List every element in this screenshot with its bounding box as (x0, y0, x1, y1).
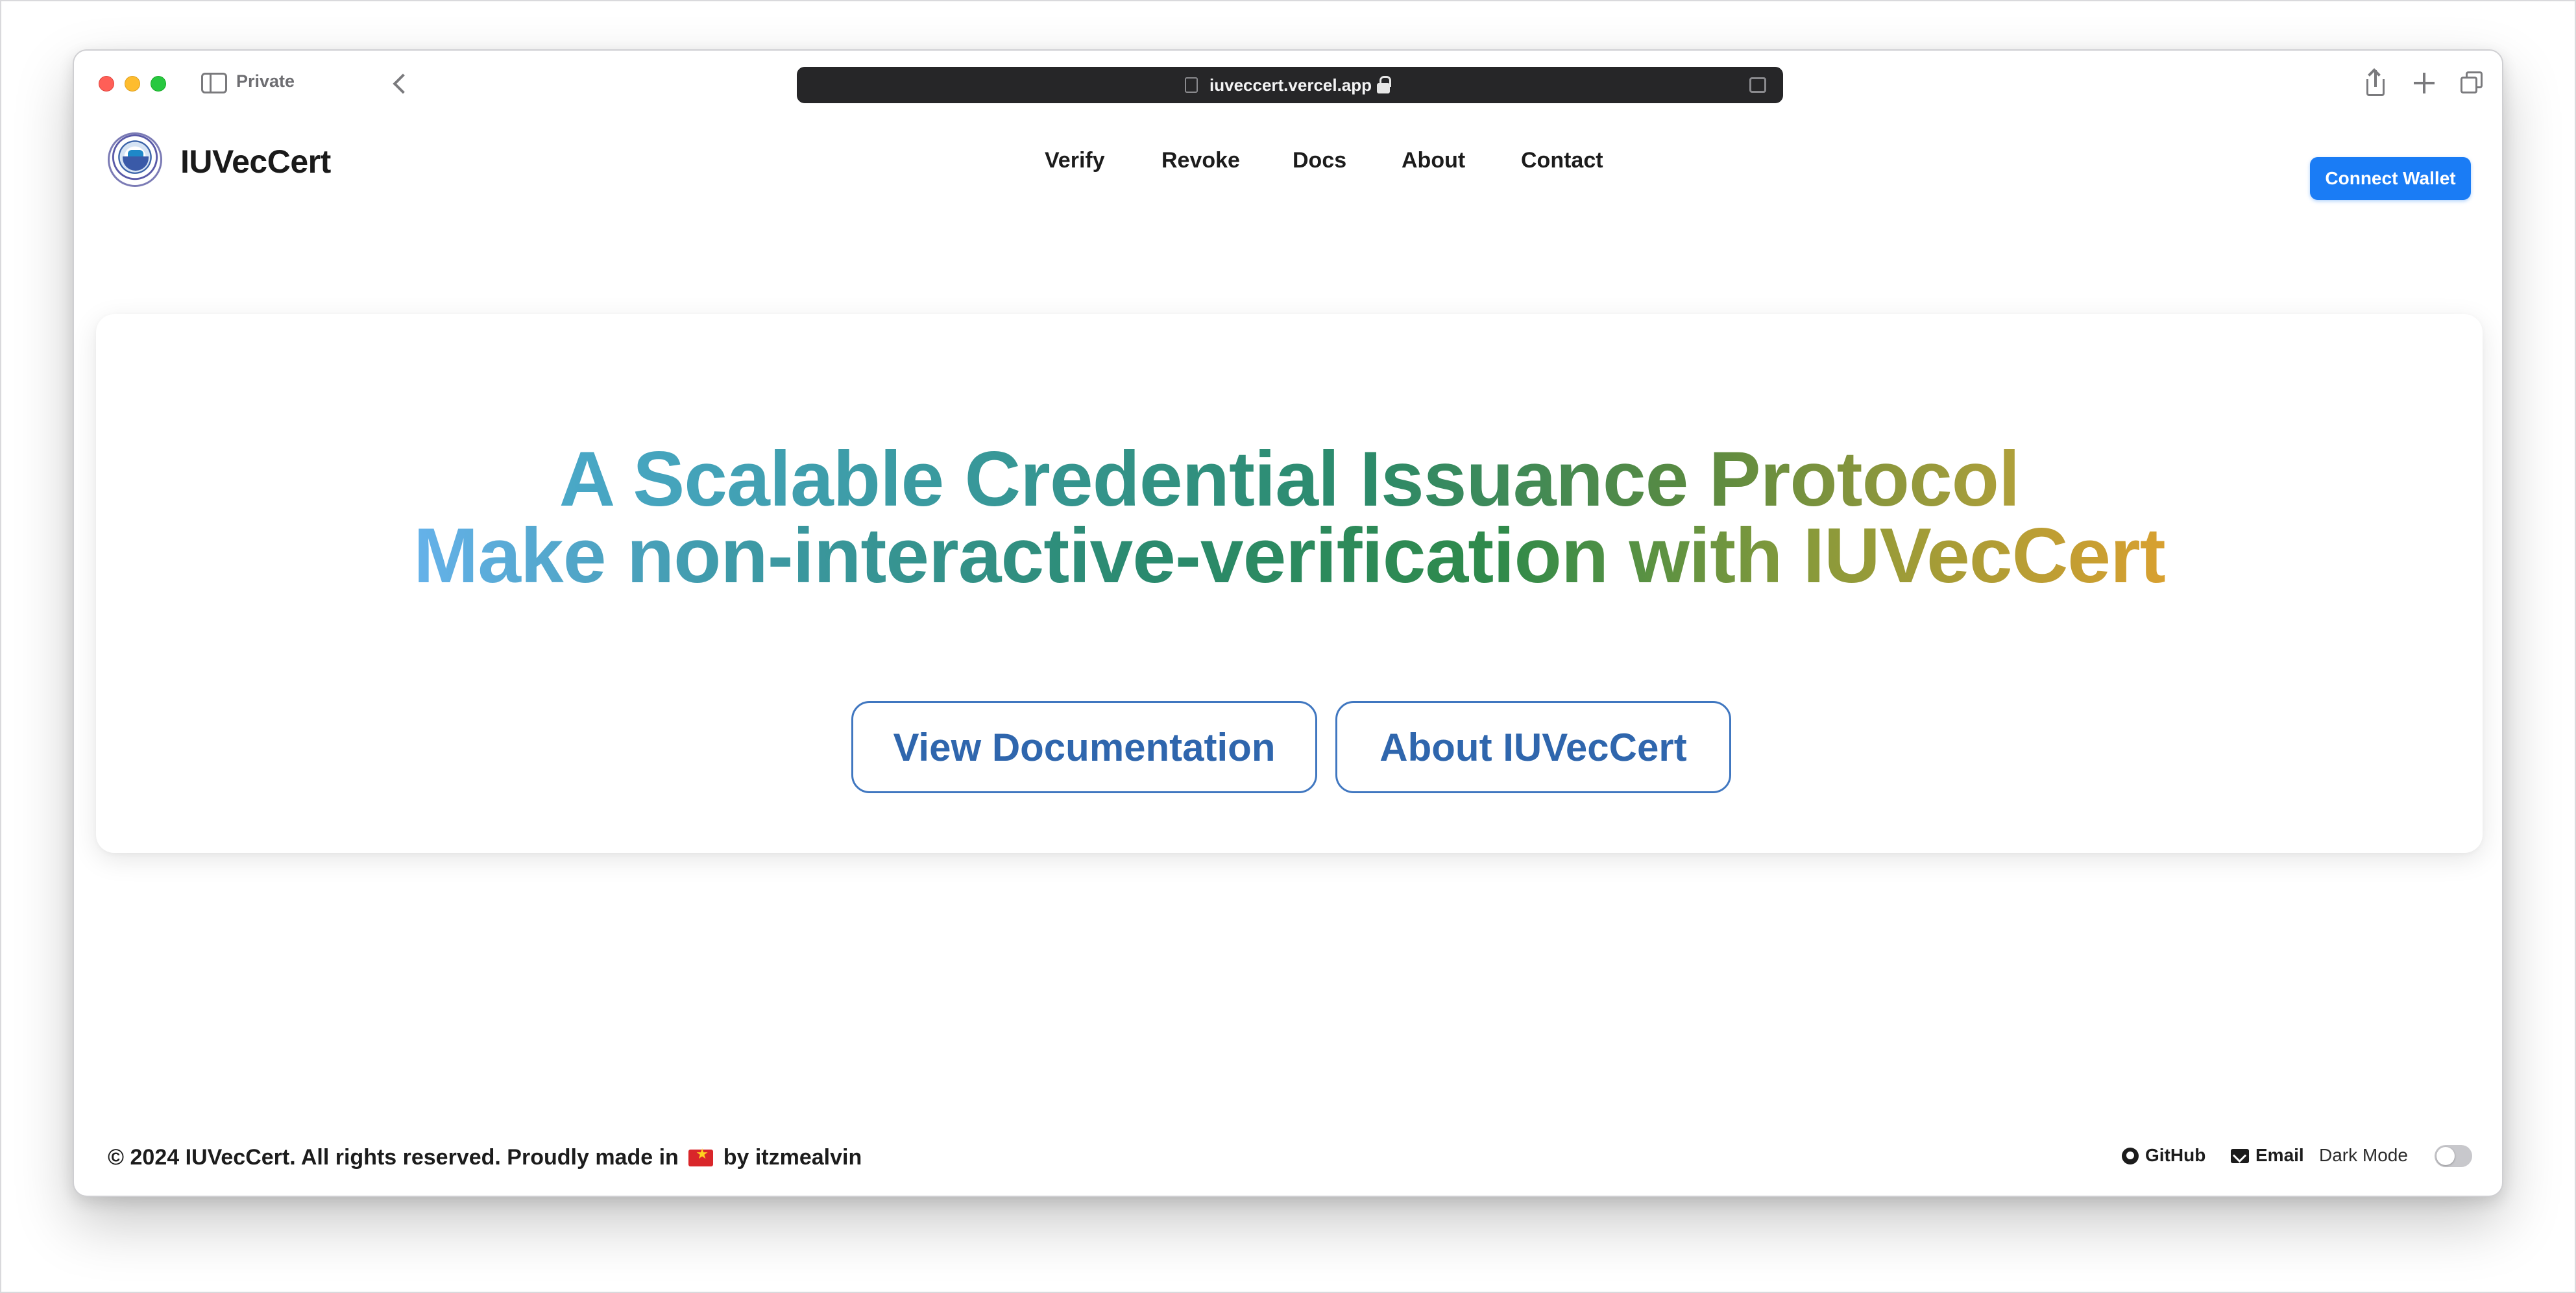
github-icon[interactable] (2122, 1148, 2139, 1164)
nav-contact-link[interactable]: Contact (1521, 148, 1603, 173)
view-documentation-button[interactable]: View Documentation (851, 701, 1317, 793)
email-icon[interactable] (2231, 1149, 2249, 1163)
share-icon[interactable] (2361, 68, 2389, 97)
footer-copyright: © 2024 IUVecCert. All rights reserved. P… (108, 1145, 862, 1170)
lock-icon (1377, 76, 1391, 94)
github-link[interactable]: GitHub (2145, 1145, 2205, 1166)
hero-card: A Scalable Credential Issuance Protocol … (96, 314, 2483, 853)
back-arrow-icon[interactable] (387, 70, 413, 96)
copyright-prefix: © 2024 IUVecCert. All rights reserved. P… (108, 1145, 679, 1170)
footer-links: GitHub Email Dark Mode (2122, 1145, 2472, 1174)
zoom-window-button[interactable] (151, 76, 166, 92)
main-nav: Verify Revoke Docs About Contact (74, 148, 2502, 178)
connect-wallet-button[interactable]: Connect Wallet (2310, 157, 2471, 200)
hero-title-line-2-text: Make non-interactive-verification with I… (413, 512, 2165, 599)
nav-docs-link[interactable]: Docs (1293, 148, 1346, 173)
close-window-button[interactable] (99, 76, 114, 92)
nav-revoke-link[interactable]: Revoke (1161, 148, 1240, 173)
minimize-window-button[interactable] (125, 76, 140, 92)
nav-verify-link[interactable]: Verify (1045, 148, 1105, 173)
vietnam-flag-icon (688, 1148, 714, 1166)
copyright-suffix: by itzmealvin (723, 1145, 862, 1170)
address-bar[interactable]: iuveccert.vercel.app (797, 67, 1783, 103)
reader-mode-icon[interactable] (1749, 77, 1766, 93)
about-iuveccert-button[interactable]: About IUVecCert (1335, 701, 1731, 793)
dark-mode-toggle[interactable] (2435, 1145, 2472, 1167)
hero-title-line-1-text: A Scalable Credential Issuance Protocol (559, 436, 2021, 523)
sidebar-toggle-icon[interactable] (201, 73, 227, 93)
dark-mode-label: Dark Mode (2319, 1145, 2408, 1165)
browser-window: Private iuveccert.vercel.app IUVecCert V… (73, 49, 2503, 1197)
new-tab-plus-icon[interactable] (2410, 69, 2438, 97)
site-settings-icon[interactable] (1185, 77, 1198, 93)
private-browsing-label: Private (236, 71, 295, 91)
nav-about-link[interactable]: About (1402, 148, 1465, 173)
browser-toolbar: Private iuveccert.vercel.app (74, 51, 2502, 118)
url-text: iuveccert.vercel.app (1209, 75, 1372, 95)
email-link[interactable]: Email (2255, 1145, 2304, 1166)
hero-title-line-1: A Scalable Credential Issuance Protocol (96, 440, 2483, 518)
hero-title-line-2: Make non-interactive-verification with I… (96, 517, 2483, 595)
tab-overview-icon[interactable] (2458, 69, 2486, 97)
